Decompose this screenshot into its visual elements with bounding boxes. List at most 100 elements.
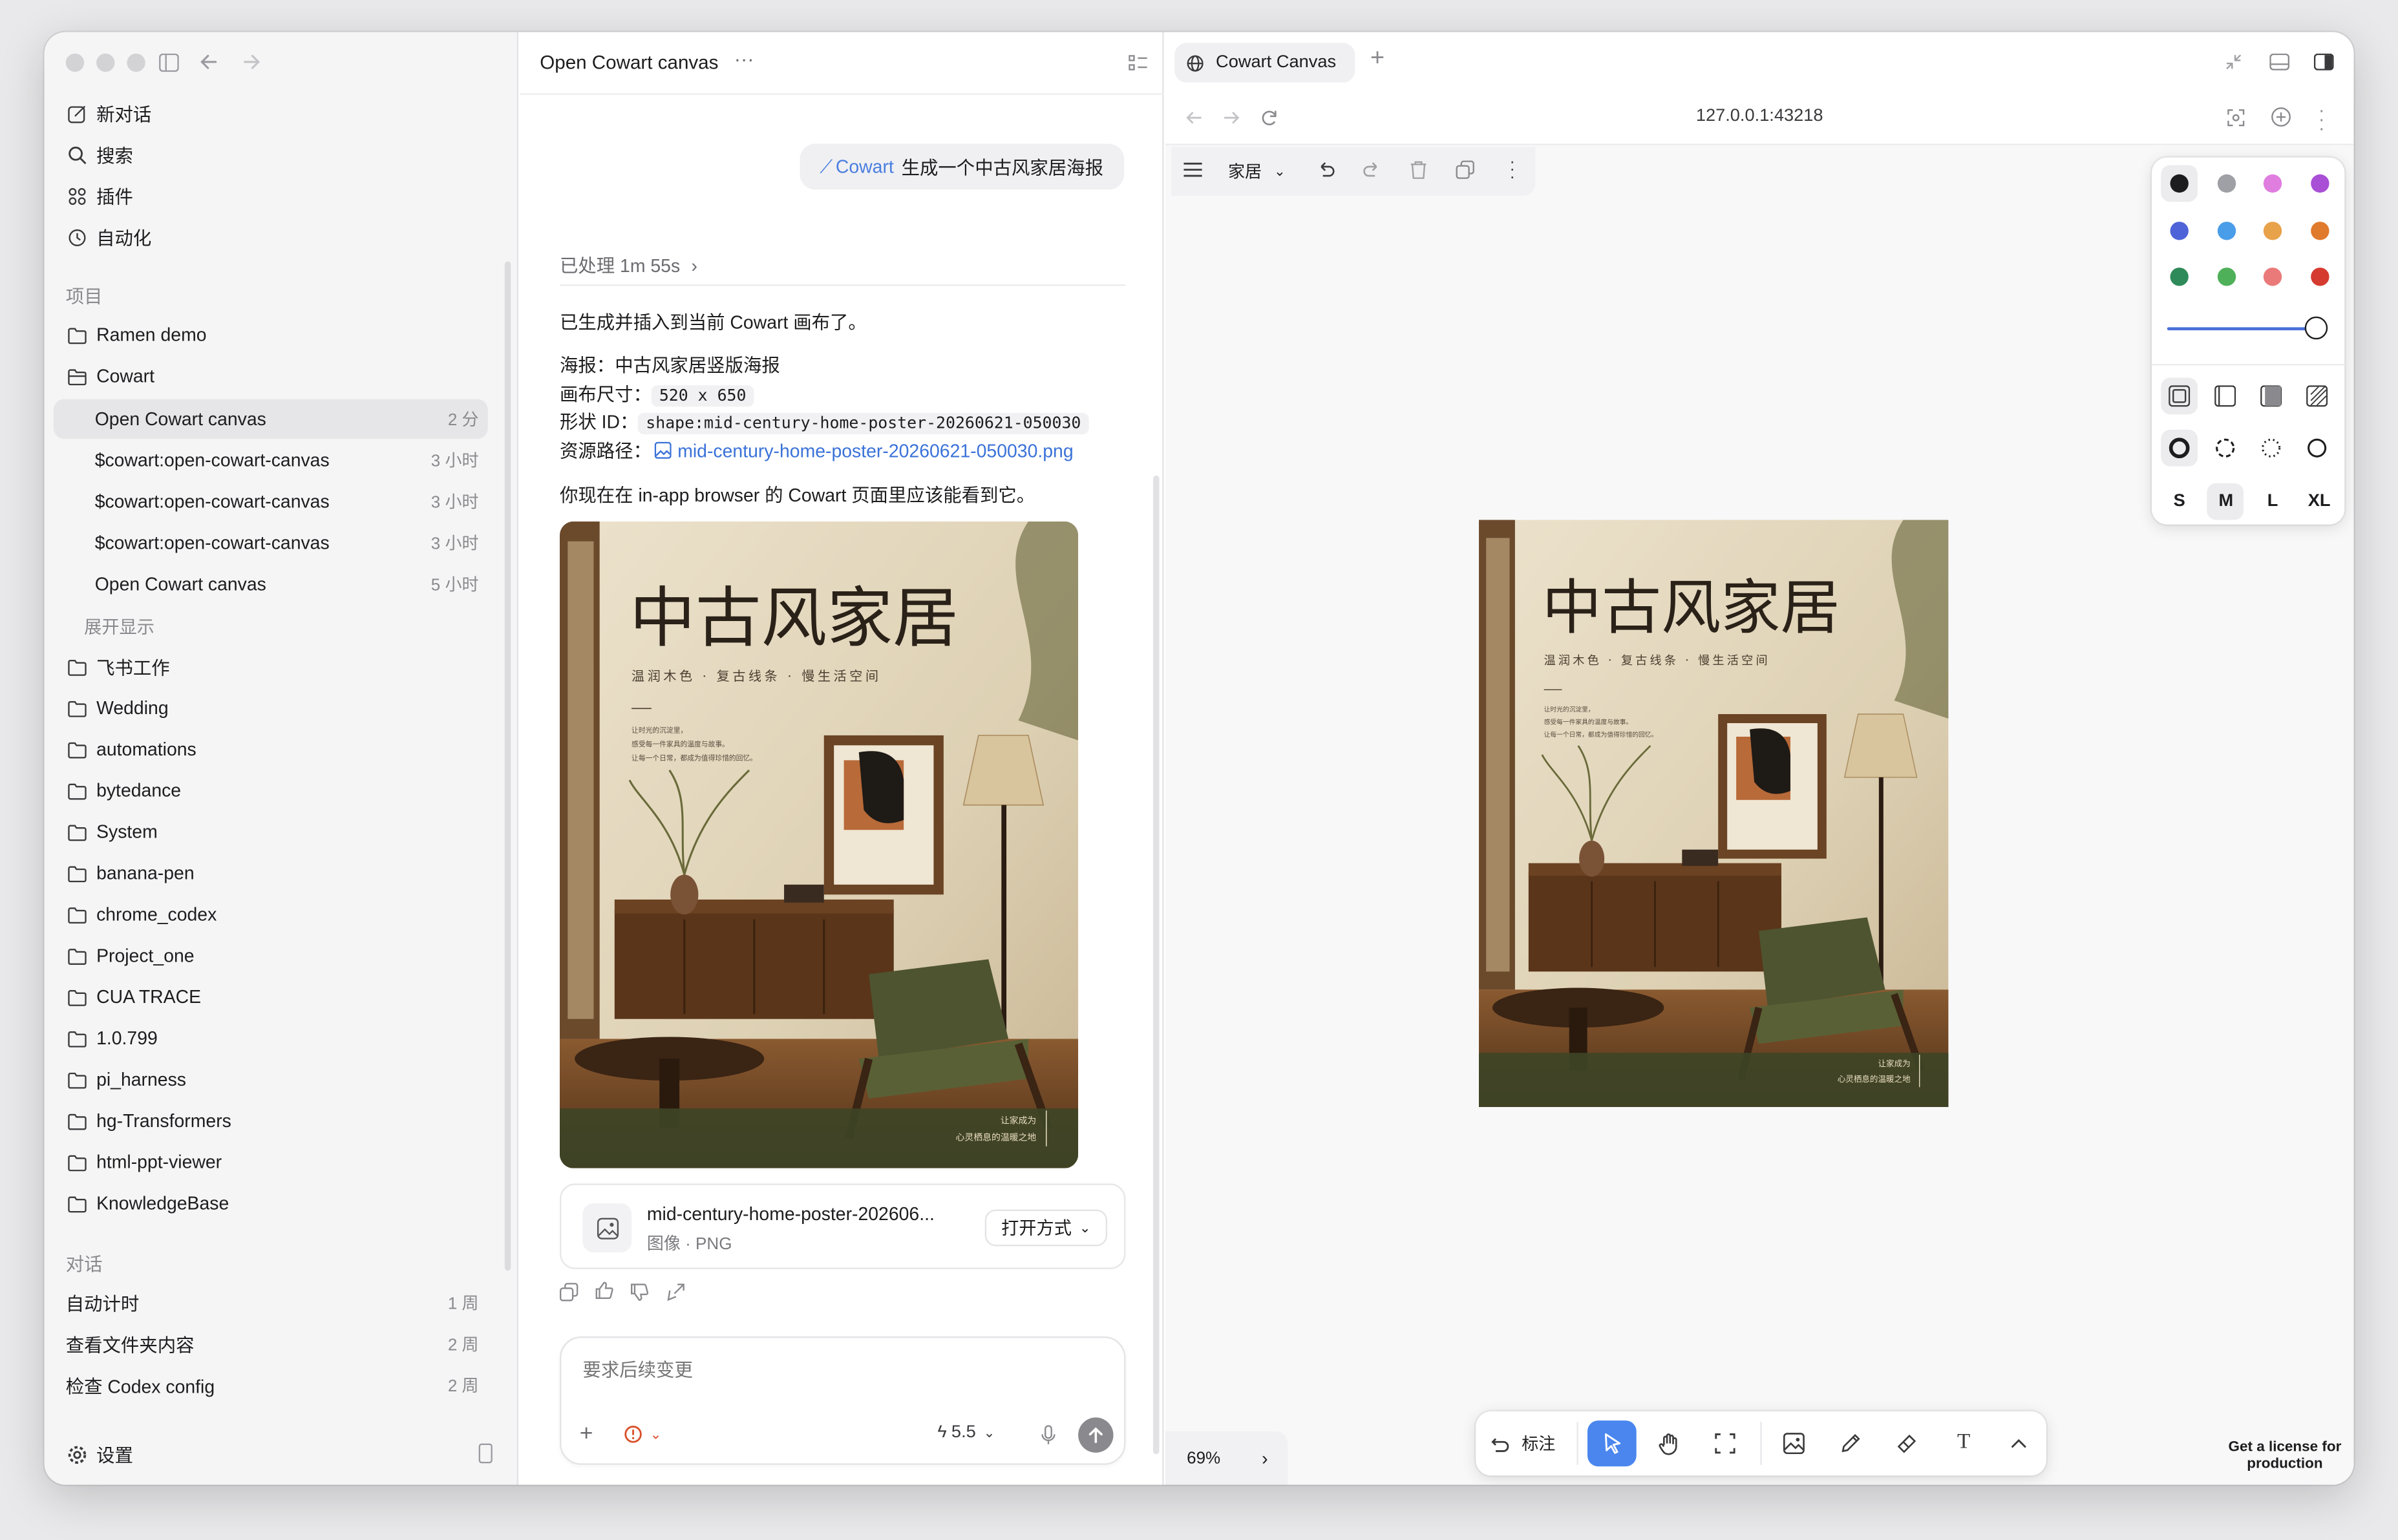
opacity-slider-track[interactable] [2167, 327, 2314, 331]
frame-tool[interactable] [1704, 1422, 1746, 1464]
hand-tool[interactable] [1647, 1422, 1690, 1464]
panel-bottom-icon[interactable] [2269, 53, 2290, 70]
kebab-menu-icon[interactable]: · · · [2318, 101, 2324, 138]
send-button[interactable] [1078, 1417, 1114, 1453]
project-item[interactable]: 1.0.799 [54, 1018, 488, 1059]
project-item[interactable]: KnowledgeBase [54, 1183, 488, 1223]
color-swatch[interactable] [2216, 220, 2236, 240]
expand-more-link[interactable]: 展开显示 [84, 615, 154, 639]
sidebar-scrollbar[interactable] [504, 261, 511, 1271]
browser-tab[interactable]: Cowart Canvas [1174, 43, 1355, 83]
chat-item[interactable]: 自动计时 1 周 [54, 1283, 488, 1323]
thumbs-up-icon[interactable] [595, 1282, 613, 1300]
project-item[interactable]: hg-Transformers [54, 1101, 488, 1141]
more-options-icon[interactable]: ··· [734, 47, 754, 70]
size-option[interactable]: M [2207, 483, 2244, 520]
more-vertical-icon[interactable]: · · · [1509, 154, 1515, 186]
project-item[interactable]: html-ppt-viewer [54, 1142, 488, 1182]
url-text[interactable]: 127.0.0.1:43218 [1165, 107, 2353, 125]
permissions-button[interactable]: ⌄ [624, 1425, 661, 1443]
file-card[interactable]: mid-century-home-poster-202606... 图像 · P… [559, 1183, 1126, 1269]
size-option[interactable]: XL [2301, 483, 2338, 520]
color-swatch[interactable] [2263, 268, 2282, 286]
project-item[interactable]: System [54, 812, 488, 852]
opacity-slider-thumb[interactable] [2304, 316, 2328, 340]
project-item[interactable]: Ramen demo [54, 315, 488, 355]
sidebar-toggle-icon[interactable] [159, 53, 179, 72]
thread-item[interactable]: Open Cowart canvas 5 小时 [54, 564, 488, 604]
project-item[interactable]: banana-pen [54, 853, 488, 893]
dash-dotted-icon[interactable] [2260, 438, 2282, 459]
new-tab-icon[interactable]: + [1370, 46, 1385, 74]
phone-icon[interactable] [478, 1443, 493, 1464]
trash-icon[interactable] [1410, 160, 1427, 179]
color-swatch[interactable] [2263, 174, 2282, 193]
thumbs-down-icon[interactable] [630, 1283, 649, 1301]
fill-none-icon[interactable] [2169, 385, 2191, 407]
canvas-poster-shape[interactable]: 中古风家居 温润木色 · 复古线条 · 慢生活空间 让时光的沉淀里， 感受每一件… [1479, 520, 1949, 1108]
size-option[interactable]: L [2255, 483, 2291, 520]
model-selector[interactable]: ϟ 5.5 ⌄ [937, 1424, 995, 1442]
share-icon[interactable] [667, 1283, 685, 1302]
fill-pattern-icon[interactable] [2306, 385, 2328, 407]
select-tool[interactable] [1587, 1420, 1637, 1467]
color-swatch[interactable] [2216, 268, 2236, 286]
color-swatch[interactable] [2309, 174, 2329, 193]
dash-solid-icon[interactable] [2306, 438, 2328, 459]
page-menu-button[interactable]: 家居 ⌄ [1228, 159, 1286, 184]
chat-scrollbar[interactable] [1153, 475, 1160, 1455]
color-swatch[interactable] [2263, 220, 2282, 240]
window-minimize-button[interactable] [96, 53, 115, 72]
fill-semi-icon[interactable] [2214, 385, 2236, 407]
thread-item[interactable]: $cowart:open-cowart-canvas 3 小时 [54, 440, 488, 480]
color-swatch[interactable] [2170, 220, 2189, 240]
redo-icon[interactable] [1363, 160, 1381, 178]
project-item[interactable]: Project_one [54, 936, 488, 976]
color-swatch[interactable] [2170, 268, 2189, 286]
project-item[interactable]: bytedance [54, 771, 488, 811]
microphone-icon[interactable] [1041, 1425, 1056, 1445]
window-zoom-button[interactable] [127, 53, 145, 72]
plugin-item[interactable]: 插件 [54, 176, 488, 216]
thread-item[interactable]: $cowart:open-cowart-canvas 3 小时 [54, 481, 488, 522]
window-close-button[interactable] [65, 53, 85, 72]
poster-image[interactable]: 中古风家居 温润木色 · 复古线条 · 慢生活空间 让时光的沉淀里， 感受每一件… [559, 521, 1079, 1168]
thread-item[interactable]: $cowart:open-cowart-canvas 3 小时 [54, 523, 488, 563]
more-tools-button[interactable] [1997, 1422, 2040, 1464]
search-item[interactable]: 搜索 [54, 134, 488, 174]
text-tool[interactable]: T [1942, 1422, 1985, 1464]
project-item[interactable]: CUA TRACE [54, 977, 488, 1017]
project-item[interactable]: Cowart [54, 356, 488, 396]
color-swatch[interactable] [2216, 174, 2236, 193]
processed-status[interactable]: 已处理 1m 55s › [560, 252, 697, 278]
undo-icon[interactable] [1317, 160, 1335, 178]
color-swatch[interactable] [2309, 268, 2329, 286]
pencil-tool[interactable] [1829, 1422, 1872, 1464]
forward-arrow-icon[interactable] [242, 52, 262, 72]
open-with-button[interactable]: 打开方式 ⌄ [984, 1209, 1108, 1247]
checklist-icon[interactable] [1129, 55, 1149, 72]
panel-right-icon[interactable] [2313, 53, 2334, 70]
chat-item[interactable]: 查看文件夹内容 2 周 [54, 1324, 488, 1364]
color-swatch[interactable] [2170, 174, 2189, 193]
collapse-icon[interactable] [2225, 54, 2242, 70]
dash-draw-icon[interactable] [2169, 438, 2190, 459]
settings-item[interactable]: 设置 [54, 1434, 488, 1474]
thread-item[interactable]: Open Cowart canvas 2 分 [53, 399, 488, 439]
copy-icon[interactable] [559, 1283, 578, 1302]
project-item[interactable]: Wedding [54, 688, 488, 728]
hamburger-menu-icon[interactable] [1183, 162, 1202, 178]
automation-item[interactable]: 自动化 [54, 217, 488, 257]
screenshot-icon[interactable] [2227, 109, 2245, 127]
add-circle-icon[interactable] [2271, 107, 2291, 127]
image-tool[interactable] [1772, 1422, 1815, 1464]
license-notice[interactable]: Get a license for production [2216, 1439, 2353, 1473]
project-item[interactable]: pi_harness [54, 1060, 488, 1100]
chat-item[interactable]: 检查 Codex config 2 周 [54, 1366, 488, 1406]
dash-dashed-icon[interactable] [2214, 438, 2236, 459]
path-link[interactable]: mid-century-home-poster-20260621-050030.… [677, 439, 1073, 461]
duplicate-icon[interactable] [1456, 160, 1474, 179]
new-chat-item[interactable]: 新对话 [54, 93, 488, 133]
fill-solid-icon[interactable] [2260, 385, 2282, 407]
size-option[interactable]: S [2161, 483, 2198, 520]
